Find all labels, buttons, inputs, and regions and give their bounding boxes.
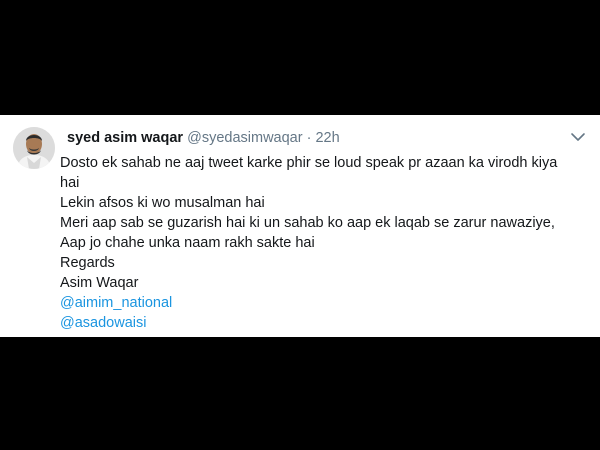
tweet-line: Regards (60, 255, 115, 271)
timestamp[interactable]: 22h (315, 130, 339, 146)
tweet-header: syed asim waqar @syedasimwaqar · 22h (67, 129, 340, 147)
tweet-line: Asim Waqar (60, 275, 139, 291)
screenshot-frame: syed asim waqar @syedasimwaqar · 22h Dos… (0, 0, 600, 450)
profile-photo-icon (13, 127, 55, 169)
separator: · (306, 130, 312, 146)
mention-link[interactable]: @asadowaisi (60, 313, 580, 333)
mention-link[interactable]: @aimim_national (60, 293, 580, 313)
chevron-down-icon[interactable] (569, 129, 587, 145)
tweet-line: Dosto ek sahab ne aaj tweet karke phir s… (60, 155, 558, 171)
display-name[interactable]: syed asim waqar (67, 130, 183, 146)
tweet-line: Meri aap sab se guzarish hai ki un sahab… (60, 215, 555, 231)
tweet-card: syed asim waqar @syedasimwaqar · 22h Dos… (0, 115, 600, 337)
avatar[interactable] (13, 127, 55, 169)
tweet-line: hai (60, 175, 80, 191)
user-handle[interactable]: @syedasimwaqar (187, 130, 302, 146)
tweet-line: Lekin afsos ki wo musalman hai (60, 195, 265, 211)
tweet-line: Aap jo chahe unka naam rakh sakte hai (60, 235, 315, 251)
tweet-text: Dosto ek sahab ne aaj tweet karke phir s… (60, 153, 580, 333)
